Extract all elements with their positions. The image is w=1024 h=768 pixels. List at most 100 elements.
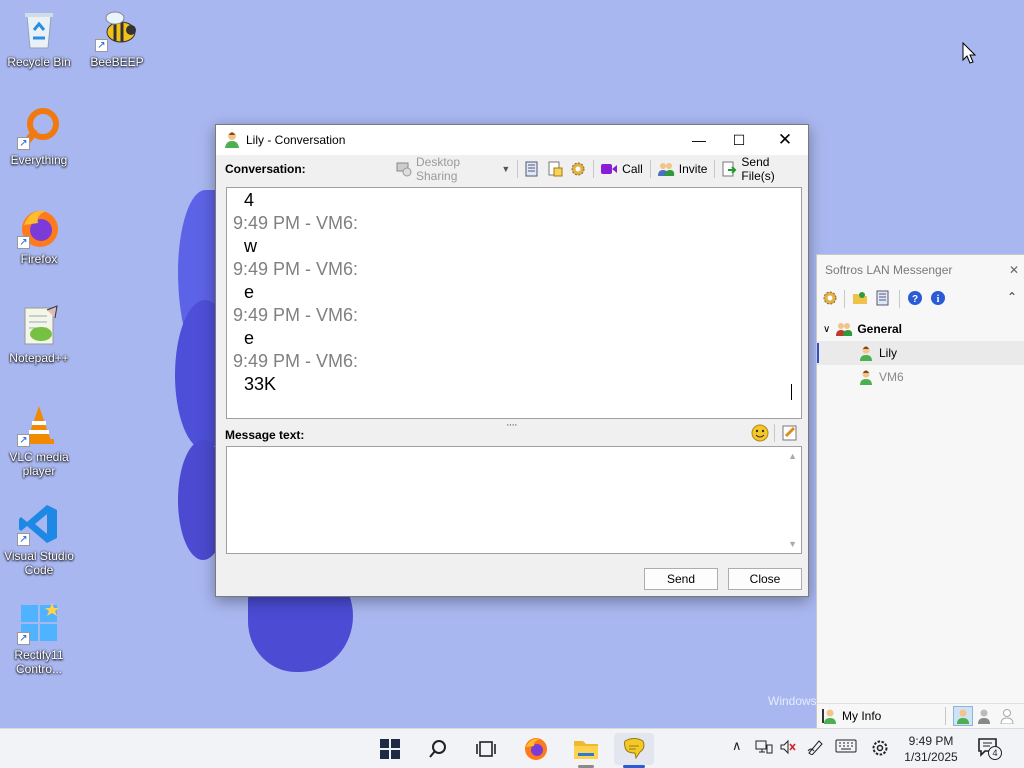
search-button[interactable] <box>418 733 458 765</box>
taskbar-softros[interactable] <box>614 733 654 768</box>
invite-button[interactable]: Invite <box>657 161 708 177</box>
desktop-icon-label: Recycle Bin <box>7 55 71 69</box>
settings-gear-icon[interactable] <box>871 739 889 760</box>
send-button[interactable]: Send <box>644 568 718 590</box>
pen-icon[interactable] <box>807 739 825 758</box>
user-name: Lily <box>879 346 898 360</box>
desktop-icon-vlc[interactable]: ↗ VLC media player <box>0 403 78 478</box>
show-hidden-icons-button[interactable]: ∧ <box>732 738 742 754</box>
history-button[interactable] <box>524 161 540 177</box>
format-button[interactable] <box>781 424 799 442</box>
clock-time: 9:49 PM <box>908 734 954 748</box>
network-icon[interactable] <box>755 739 773 758</box>
clock[interactable]: 9:49 PM 1/31/2025 <box>900 733 962 765</box>
notifications-button[interactable]: 4 <box>977 737 1002 760</box>
panel-toolbar: ? i ⌃ <box>817 287 1024 311</box>
desktop-icon-label: Notepad++ <box>9 351 69 365</box>
title-bar[interactable]: Lily - Conversation — ☐ ✕ <box>216 125 808 155</box>
desktop-icon-everything[interactable]: ↗ Everything <box>0 106 78 167</box>
volume-muted-icon[interactable] <box>779 739 797 758</box>
desktop-icon-label: Firefox <box>20 252 58 266</box>
splitter-handle[interactable]: ···· <box>506 419 518 431</box>
call-label: Call <box>622 162 643 176</box>
my-info-button[interactable]: My Info <box>822 708 881 724</box>
keyboard-icon[interactable] <box>835 739 857 756</box>
history-book-icon[interactable] <box>875 290 891 306</box>
send-file-icon <box>721 161 737 177</box>
folder-icon <box>574 741 598 759</box>
svg-text:?: ? <box>912 294 918 305</box>
panel-title-bar: Softros LAN Messenger ✕ <box>817 255 1024 285</box>
message-header: 9:49 PM - VM6: <box>233 259 359 279</box>
desktop-sharing-label: Desktop Sharing <box>416 155 461 183</box>
taskbar-file-explorer[interactable] <box>566 733 606 768</box>
task-view-button[interactable] <box>466 733 506 765</box>
collapse-chevron-icon[interactable]: ⌃ <box>1007 290 1017 304</box>
help-icon[interactable]: ? <box>907 290 923 306</box>
desktop-sharing-button[interactable]: Desktop Sharing ▼ <box>396 155 510 183</box>
start-button[interactable] <box>370 733 410 765</box>
shortcut-arrow-icon: ↗ <box>17 533 30 546</box>
notes-button[interactable] <box>547 161 563 177</box>
toolbar-separator <box>945 707 946 725</box>
taskbar-firefox[interactable] <box>516 733 556 765</box>
task-view-icon <box>476 741 496 757</box>
search-icon <box>429 740 446 758</box>
user-row-vm6[interactable]: VM6 <box>817 365 1024 389</box>
svg-text:i: i <box>937 294 940 305</box>
desktop-icon-vscode[interactable]: ↗ Visual Studio Code <box>0 502 78 577</box>
send-files-label: Send File(s) <box>741 155 775 183</box>
desktop-icon-beebeep[interactable]: ↗ BeeBEEP <box>78 8 156 69</box>
group-general[interactable]: ∨ General <box>817 317 1024 341</box>
close-window-button[interactable]: ✕ <box>762 125 808 155</box>
shortcut-arrow-icon: ↗ <box>17 632 30 645</box>
clock-date: 1/31/2025 <box>904 750 958 764</box>
history-book-icon <box>524 161 540 177</box>
info-icon[interactable]: i <box>930 290 946 306</box>
user-row-lily[interactable]: Lily <box>817 341 1024 365</box>
panel-title: Softros LAN Messenger <box>825 263 953 277</box>
status-away-button[interactable] <box>977 708 991 724</box>
call-button[interactable]: Call <box>600 162 643 176</box>
settings-gear-icon[interactable] <box>822 290 838 306</box>
maximize-button[interactable]: ☐ <box>716 125 762 155</box>
expand-chevron-icon[interactable]: ∨ <box>823 324 830 335</box>
close-button[interactable]: Close <box>728 568 802 590</box>
chat-bubble-icon <box>624 738 645 760</box>
desktop-icon-firefox[interactable]: ↗ Firefox <box>0 205 78 266</box>
recycle-bin-icon <box>17 8 61 52</box>
settings-button[interactable] <box>570 161 586 177</box>
desktop-icon-label: Visual Studio Code <box>4 549 74 577</box>
desktop-icon-notepadpp[interactable]: Notepad++ <box>0 304 78 365</box>
user-icon <box>224 131 240 149</box>
emoticon-button[interactable] <box>751 424 769 442</box>
chevron-down-icon: ▼ <box>501 164 511 174</box>
users-add-icon <box>657 161 675 177</box>
firefox-icon <box>525 738 547 760</box>
toolbar-separator <box>517 160 519 178</box>
message-text: 33K <box>244 374 277 394</box>
softros-panel: Softros LAN Messenger ✕ ? i ⌃ ∨ General … <box>816 254 1024 728</box>
my-info-icon <box>822 708 838 724</box>
toolbar-separator <box>714 160 716 178</box>
message-input[interactable]: ▲ ▼ <box>226 446 802 554</box>
edit-format-icon <box>782 425 797 441</box>
status-online-button[interactable] <box>953 706 973 726</box>
notepad-icon <box>17 304 61 348</box>
desktop-icon-recycle-bin[interactable]: Recycle Bin <box>0 8 78 69</box>
panel-close-icon[interactable]: ✕ <box>1009 255 1019 285</box>
scroll-up-icon[interactable]: ▲ <box>788 451 797 461</box>
desktop-icon-rectify11[interactable]: ↗ Rectify11 Contro... <box>0 601 78 676</box>
message-text-label: Message text: <box>225 428 305 442</box>
invite-label: Invite <box>678 162 708 176</box>
folder-icon[interactable] <box>852 290 868 306</box>
status-offline-button[interactable] <box>1000 708 1014 724</box>
mouse-cursor-icon <box>962 42 976 64</box>
toolbar-separator <box>899 290 900 308</box>
conversation-history[interactable]: 4 9:49 PM - VM6: w 9:49 PM - VM6: e 9:49 PM -… <box>226 187 802 419</box>
scroll-down-icon[interactable]: ▼ <box>788 539 797 549</box>
send-files-button[interactable]: Send File(s) <box>721 155 801 183</box>
selection-indicator <box>817 343 819 363</box>
panel-footer: My Info <box>817 703 1024 727</box>
toolbar-separator <box>649 160 651 178</box>
